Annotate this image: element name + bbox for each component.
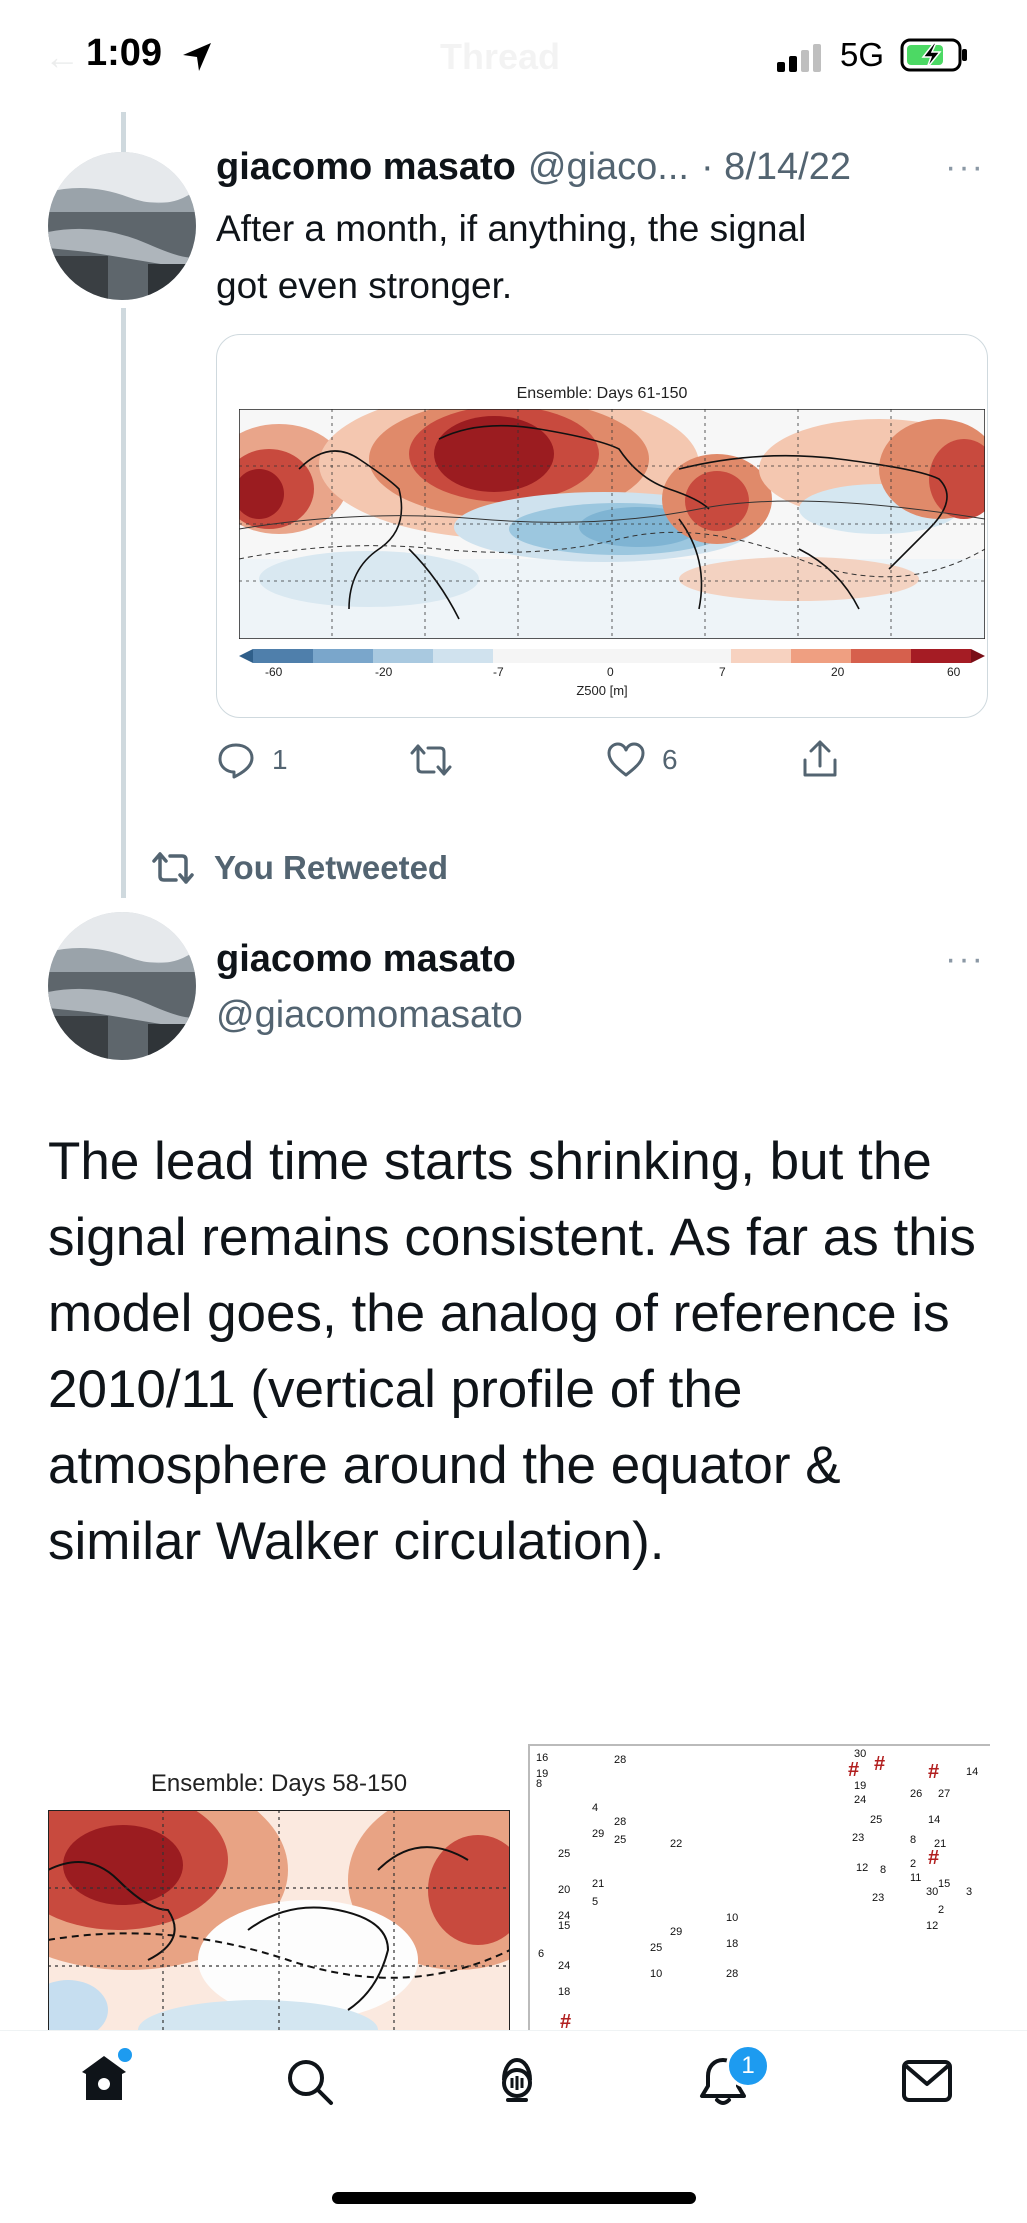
tab-notifications[interactable]: 1 [696, 2044, 770, 2113]
thread-line [121, 308, 126, 898]
retweet-button[interactable] [408, 740, 454, 780]
analog-marker: # [928, 1761, 939, 1783]
retweet-icon [152, 852, 194, 884]
analog-marker: # [928, 1847, 939, 1869]
tweet-media-analog-chart[interactable]: 16 28 30 19 8 4 28 29 25 22 25 20 21 5 2… [528, 1744, 990, 2046]
author-name[interactable]: giacomo masato [216, 938, 516, 981]
author-name[interactable]: giacomo masato [216, 146, 516, 189]
thread-line [121, 112, 126, 152]
tweet-text: After a month, if anything, the signal g… [216, 200, 806, 314]
home-indicator[interactable] [332, 2192, 696, 2204]
map-title: Ensemble: Days 61-150 [516, 385, 688, 402]
tab-search[interactable] [284, 2056, 336, 2113]
more-options-icon[interactable]: ··· [945, 148, 985, 187]
tick-label: 7 [719, 665, 726, 679]
share-icon [803, 740, 837, 777]
retweeted-label: You Retweeted [214, 849, 449, 886]
unread-dot [118, 2048, 132, 2062]
status-bar: ← Thread 1:09 5G [0, 0, 1027, 120]
author-handle[interactable]: @giacomomasato [216, 994, 523, 1037]
like-count: 6 [662, 744, 678, 775]
avatar[interactable] [48, 912, 196, 1060]
colorbar-label: Z500 [m] [576, 683, 628, 698]
tweet-media-map[interactable]: Ensemble: Days 58-150 [48, 1744, 510, 2044]
colorbar [239, 649, 985, 663]
tick-label: -60 [265, 665, 283, 679]
status-time: 1:09 [86, 32, 163, 74]
location-arrow-icon [180, 40, 214, 79]
share-button[interactable] [800, 738, 840, 780]
mail-icon [902, 2060, 952, 2102]
tweet-date[interactable]: · 8/14/22 [701, 146, 851, 189]
tweet-text-line: After a month, if anything, the signal [216, 208, 807, 249]
heart-icon [607, 742, 645, 777]
spaces-microphone-icon [502, 2057, 532, 2102]
tab-home[interactable] [78, 2048, 132, 2109]
tab-messages[interactable] [900, 2058, 954, 2109]
tweet-text: The lead time starts shrinking, but the … [48, 1132, 976, 1571]
tweet-text-line: got even stronger. [216, 265, 513, 306]
network-type: 5G [840, 36, 885, 73]
page-title: Thread [440, 36, 561, 77]
colorbar-ticks: -60 -20 -7 0 7 20 60 [239, 665, 985, 685]
like-button[interactable]: 6 [606, 740, 678, 780]
battery-charging-icon [900, 38, 970, 77]
notification-badge: 1 [726, 2044, 770, 2088]
more-options-icon[interactable]: ··· [945, 940, 985, 979]
avatar[interactable] [48, 152, 196, 300]
tick-label: -20 [375, 665, 393, 679]
reply-count: 1 [272, 744, 288, 775]
tick-label: 60 [947, 665, 961, 679]
analog-markers: # # # # # [560, 1753, 939, 2033]
tab-spaces[interactable] [490, 2054, 544, 2113]
tick-label: 20 [831, 665, 845, 679]
anomaly-map [239, 409, 985, 639]
back-arrow-icon[interactable]: ← [44, 36, 80, 78]
tweet-media[interactable]: Ensemble: Days 61-150 -60 -20 -7 0 7 20 … [216, 334, 988, 718]
tick-label: 0 [607, 665, 614, 679]
analog-marker: # [874, 1753, 885, 1775]
author-handle[interactable]: @giaco... [528, 146, 689, 189]
map-title: Ensemble: Days 58-150 [150, 1770, 408, 1797]
search-icon [288, 2060, 333, 2105]
anomaly-map [48, 1810, 510, 2044]
analog-marker: # [848, 1759, 859, 1781]
reply-button[interactable]: 1 [216, 740, 288, 780]
reply-icon [218, 743, 254, 779]
tick-label: -7 [493, 665, 504, 679]
cellular-signal-icon [775, 42, 831, 77]
retweeted-banner: You Retweeted [150, 848, 448, 888]
retweet-icon [410, 744, 452, 776]
